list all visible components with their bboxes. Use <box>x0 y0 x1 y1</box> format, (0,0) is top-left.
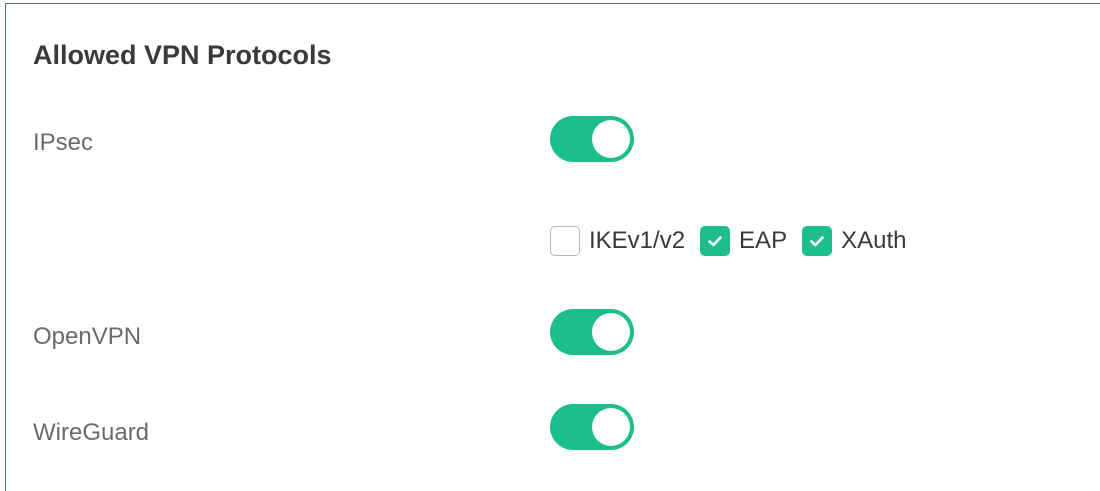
toggle-knob <box>592 120 630 158</box>
eap-label: EAP <box>739 227 788 254</box>
xauth-label: XAuth <box>841 227 907 254</box>
check-icon <box>810 236 824 247</box>
ipsec-toggle[interactable] <box>550 116 634 162</box>
toggle-knob <box>592 313 630 351</box>
wireguard-toggle[interactable] <box>550 404 634 450</box>
toggle-knob <box>592 408 630 446</box>
ikev-checkbox[interactable] <box>550 226 580 256</box>
eap-checkbox[interactable] <box>700 226 731 256</box>
openvpn-toggle[interactable] <box>550 309 634 355</box>
vpn-protocols-panel: Allowed VPN Protocols IPsec IKEv1/v2 EAP <box>5 3 1100 491</box>
xauth-checkbox[interactable] <box>802 226 833 256</box>
openvpn-label: OpenVPN <box>33 323 142 350</box>
wireguard-label: WireGuard <box>33 419 150 446</box>
ikev-label: IKEv1/v2 <box>589 227 686 254</box>
option-xauth[interactable]: XAuth <box>802 226 906 256</box>
ipsec-label: IPsec <box>33 129 94 156</box>
check-icon <box>708 236 722 247</box>
option-eap[interactable]: EAP <box>700 226 787 256</box>
option-ikev[interactable]: IKEv1/v2 <box>550 226 685 256</box>
ipsec-options: IKEv1/v2 EAP XAuth <box>550 223 921 259</box>
section-title: Allowed VPN Protocols <box>33 40 332 70</box>
